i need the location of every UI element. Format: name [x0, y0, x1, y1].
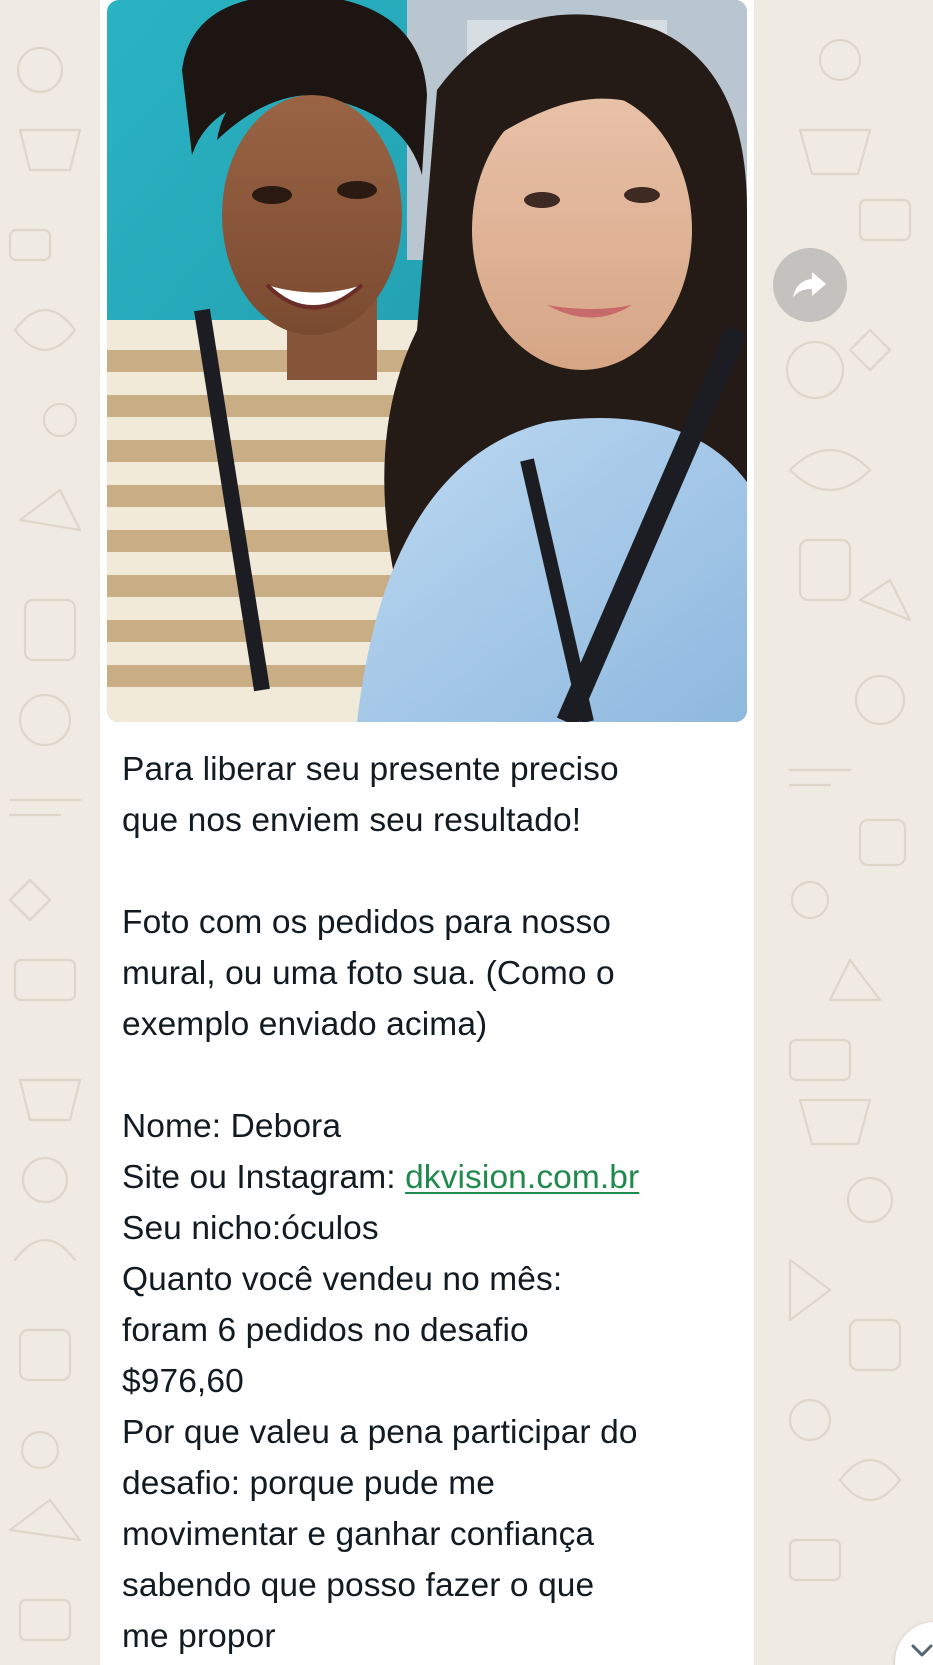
caption-site-line: Site ou Instagram: dkvision.com.br — [122, 1152, 747, 1203]
chevron-down-icon — [911, 1644, 933, 1657]
caption-line: sabendo que posso fazer o que — [122, 1567, 595, 1604]
forward-button[interactable] — [773, 248, 847, 322]
forward-arrow-icon — [793, 272, 826, 298]
site-label: Site ou Instagram: — [122, 1159, 406, 1196]
caption-blank — [122, 1050, 747, 1101]
caption-line: movimentar e ganhar confiança — [122, 1516, 595, 1553]
caption-line: Foto com os pedidos para nosso — [122, 904, 612, 941]
site-link[interactable]: dkvision.com.br — [405, 1159, 639, 1196]
message-photo[interactable] — [107, 0, 747, 722]
caption-line: $976,60 — [122, 1363, 244, 1400]
caption-blank — [122, 846, 747, 897]
caption-line: mural, ou uma foto sua. (Como o — [122, 955, 615, 992]
caption-line: exemplo enviado acima) — [122, 1006, 488, 1043]
caption-line: que nos enviem seu resultado! — [122, 802, 582, 839]
caption-line: Para liberar seu presente preciso — [122, 751, 619, 788]
caption-line: foram 6 pedidos no desafio — [122, 1312, 529, 1349]
caption-line: desafio: porque pude me — [122, 1465, 495, 1502]
message-caption: Para liberar seu presente preciso que no… — [122, 744, 747, 1662]
caption-line: Nome: Debora — [122, 1108, 342, 1145]
caption-line: Seu nicho:óculos — [122, 1210, 379, 1247]
caption-line: Quanto você vendeu no mês: — [122, 1261, 563, 1298]
caption-line: me propor — [122, 1618, 276, 1655]
caption-line: Por que valeu a pena participar do — [122, 1414, 638, 1451]
